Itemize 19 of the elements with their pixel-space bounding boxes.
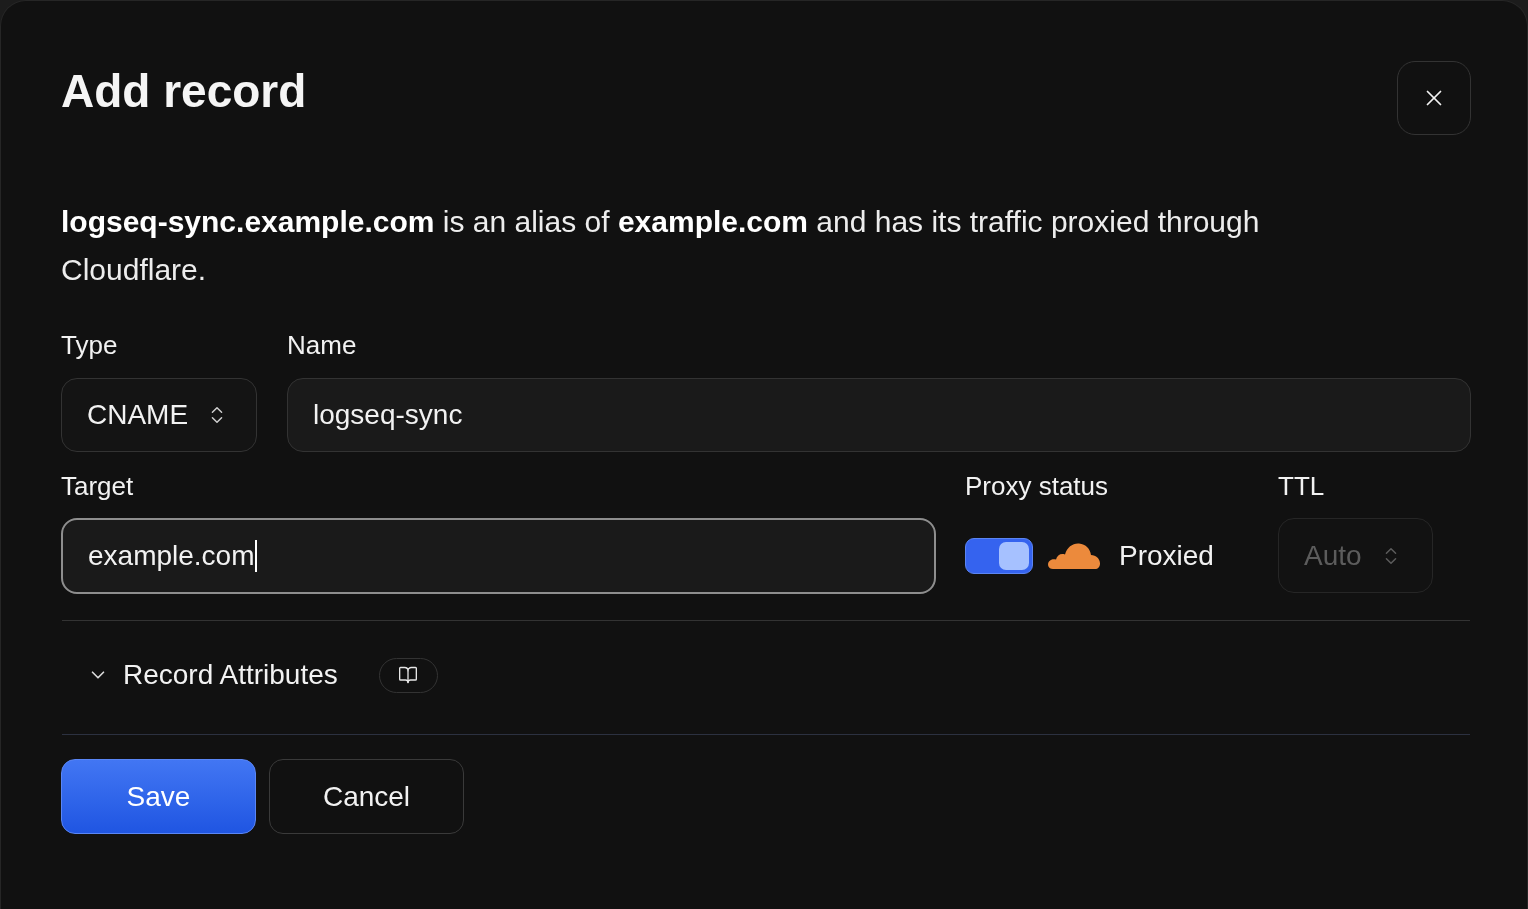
- field-label: Proxy status: [965, 470, 1110, 503]
- toggle-knob-icon: [999, 542, 1029, 570]
- cancel-button[interactable]: Cancel: [269, 759, 464, 834]
- record-attributes-toggle[interactable]: Record Attributes: [87, 654, 338, 696]
- proxy-status-text: Proxied: [1119, 539, 1214, 573]
- proxy-toggle[interactable]: [965, 538, 1033, 574]
- name-input[interactable]: logseq-sync: [287, 378, 1471, 452]
- dialog-title: Add record: [61, 64, 307, 119]
- field-label: Target: [61, 470, 135, 503]
- text-caret-icon: [254, 540, 257, 572]
- target-input[interactable]: example.com: [61, 518, 936, 594]
- save-button[interactable]: Save: [61, 759, 256, 834]
- book-icon: [398, 665, 419, 685]
- cloud-icon: [1047, 542, 1101, 570]
- type-select[interactable]: CNAME: [61, 378, 257, 452]
- field-label: Name: [287, 329, 358, 362]
- field-label: Type: [61, 329, 119, 362]
- field-label: TTL: [1278, 470, 1326, 503]
- description-text: logseq-sync.example.com is an alias of example.com and has its traffic proxied through Cloudflare.: [61, 204, 1261, 288]
